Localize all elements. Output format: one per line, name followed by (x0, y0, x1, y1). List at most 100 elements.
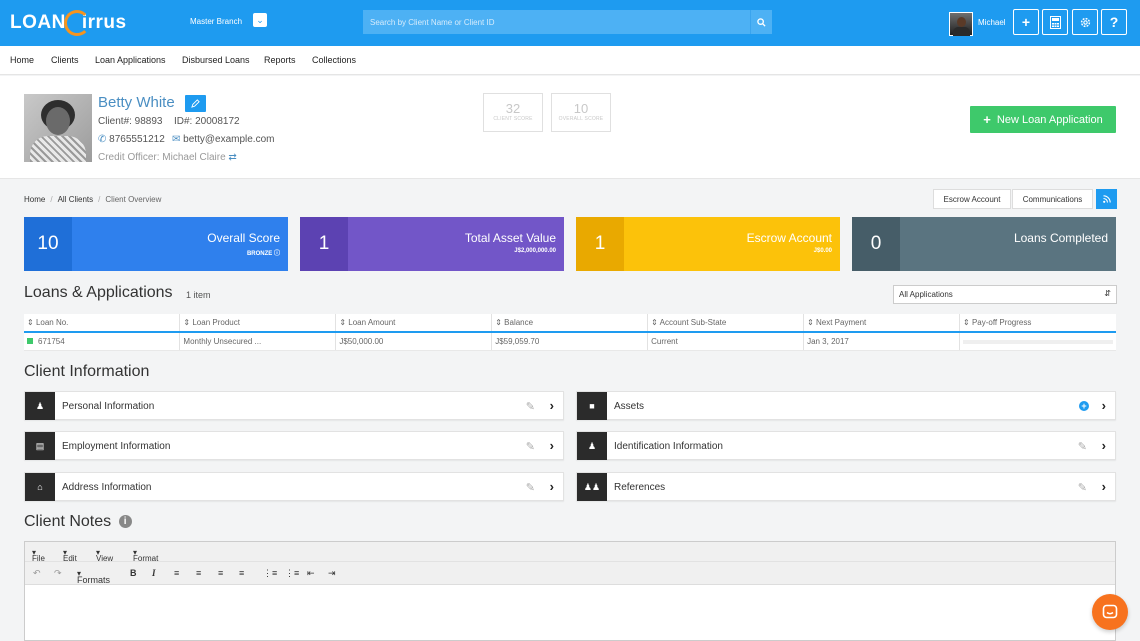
numbered-list-icon[interactable]: ⋮≡ (285, 568, 299, 579)
nav-home[interactable]: Home (10, 55, 34, 65)
total-asset-sub: J$2,000,000.00 (514, 248, 556, 254)
search-input[interactable] (363, 10, 750, 34)
nav-clients[interactable]: Clients (51, 55, 79, 65)
bold-icon[interactable]: B (130, 568, 137, 578)
nav-loan-applications[interactable]: Loan Applications (95, 55, 166, 65)
menu-edit[interactable]: Edit ▾ (63, 548, 77, 563)
assets-row[interactable]: ■ Assets + › (576, 391, 1116, 420)
align-center-icon[interactable]: ≡ (196, 568, 201, 578)
escrow-account-card[interactable]: 1 Escrow Account J$0.00 (576, 217, 840, 271)
column-header[interactable]: ⇕ Loan Amount (335, 314, 493, 333)
chevron-right-icon[interactable]: › (1102, 479, 1106, 494)
chevron-right-icon[interactable]: › (1102, 438, 1106, 453)
user-avatar[interactable] (949, 12, 973, 36)
personal-information-row[interactable]: ♟ Personal Information ✎ › (24, 391, 564, 420)
breadcrumb-home[interactable]: Home (24, 195, 45, 204)
info-circle-icon[interactable]: i (118, 515, 132, 528)
home-icon: ⌂ (25, 473, 55, 501)
id-person-icon: ♟ (577, 432, 607, 460)
align-right-icon[interactable]: ≡ (218, 568, 223, 578)
nav-collections[interactable]: Collections (312, 55, 356, 65)
align-justify-icon[interactable]: ≡ (239, 568, 244, 578)
client-notes-title: Client Notes i (24, 513, 132, 531)
loans-completed-card[interactable]: 0 Loans Completed (852, 217, 1116, 271)
column-header[interactable]: ⇕ Account Sub-State (647, 314, 805, 333)
overall-score-card[interactable]: 10 Overall Score BRONZE ⓘ (24, 217, 288, 271)
pencil-icon[interactable]: ✎ (1078, 440, 1087, 453)
chevron-right-icon[interactable]: › (1102, 398, 1106, 413)
loan-product-cell: Monthly Unsecured ... (179, 332, 337, 351)
outdent-icon[interactable]: ⇤ (307, 568, 315, 579)
editor-menubar: File ▾ Edit ▾ View ▾ Format ▾ (25, 542, 1115, 563)
redo-icon[interactable]: ↷ (54, 568, 62, 579)
client-email[interactable]: ✉ betty@example.com (172, 134, 274, 145)
logo-ring-icon (63, 10, 90, 36)
add-button[interactable]: + (1013, 9, 1039, 35)
rss-button[interactable] (1096, 189, 1117, 209)
employment-information-row[interactable]: ▤ Employment Information ✎ › (24, 431, 564, 460)
calculator-button[interactable] (1042, 9, 1068, 35)
chevron-right-icon[interactable]: › (550, 479, 554, 494)
menu-view[interactable]: View ▾ (96, 548, 113, 563)
help-button[interactable]: ? (1101, 9, 1127, 35)
logo[interactable]: LOAN irrus (10, 8, 127, 38)
settings-button[interactable] (1072, 9, 1098, 35)
pencil-icon[interactable]: ✎ (526, 481, 535, 494)
transfer-icon[interactable]: ⇄ (228, 152, 236, 163)
nav-reports[interactable]: Reports (264, 55, 296, 65)
pencil-icon[interactable]: ✎ (1078, 481, 1087, 494)
plus-icon: + (983, 112, 991, 127)
overall-score-sub: BRONZE ⓘ (247, 248, 280, 257)
menu-format[interactable]: Format ▾ (133, 548, 158, 563)
column-header[interactable]: ⇕ Balance (491, 314, 649, 333)
breadcrumb-all-clients[interactable]: All Clients (58, 195, 94, 204)
identification-information-row[interactable]: ♟ Identification Information ✎ › (576, 431, 1116, 460)
new-loan-application-button[interactable]: + New Loan Application (970, 106, 1116, 133)
loans-completed-title: Loans Completed (1013, 231, 1108, 245)
formats-dropdown[interactable]: Formats ▾ (77, 569, 110, 585)
payoff-progress-bar (963, 339, 1113, 344)
escrow-sub: J$0.00 (813, 248, 832, 254)
briefcase-icon: ▤ (25, 432, 55, 460)
column-header[interactable]: ⇕ Loan No. (24, 314, 181, 333)
breadcrumb: Home / All Clients / Client Overview (24, 195, 162, 204)
chevron-right-icon[interactable]: › (550, 398, 554, 413)
col-next-payment: Next Payment (816, 318, 867, 327)
col-loan-product: Loan Product (192, 318, 240, 327)
pencil-icon[interactable]: ✎ (526, 400, 535, 413)
search-button[interactable] (750, 10, 772, 34)
column-header[interactable]: ⇕ Next Payment (803, 314, 960, 333)
col-loan-no: Loan No. (35, 318, 69, 327)
align-left-icon[interactable]: ≡ (174, 568, 179, 578)
applications-filter-select[interactable]: All Applications ⇵ (893, 285, 1117, 304)
references-row[interactable]: ♟♟ References ✎ › (576, 472, 1116, 501)
pencil-icon (191, 99, 200, 108)
total-asset-value-card[interactable]: 1 Total Asset Value J$2,000,000.00 (300, 217, 564, 271)
user-name[interactable]: Michael (978, 18, 1006, 27)
users-icon: ♟♟ (577, 473, 607, 501)
branch-dropdown-icon[interactable]: ⌄ (253, 13, 267, 27)
italic-icon[interactable]: I (152, 568, 156, 578)
indent-icon[interactable]: ⇥ (328, 568, 336, 579)
undo-icon[interactable]: ↶ (33, 568, 41, 579)
bullet-list-icon[interactable]: ⋮≡ (263, 568, 277, 579)
menu-file[interactable]: File ▾ (32, 548, 45, 563)
pencil-icon[interactable]: ✎ (526, 440, 535, 453)
address-information-row[interactable]: ⌂ Address Information ✎ › (24, 472, 564, 501)
table-row[interactable]: 671754 Monthly Unsecured ... J$50,000.00… (24, 332, 1116, 351)
add-circle-icon[interactable]: + (1079, 401, 1089, 411)
notes-editor: File ▾ Edit ▾ View ▾ Format ▾ ↶ ↷ Format… (24, 541, 1116, 641)
loan-no-cell[interactable]: 671754 (38, 337, 65, 346)
column-header[interactable]: ⇕ Pay-off Progress (959, 314, 1116, 333)
chevron-right-icon[interactable]: › (550, 438, 554, 453)
employment-information-label: Employment Information (62, 441, 171, 452)
edit-client-button[interactable] (185, 95, 206, 112)
communications-button[interactable]: Communications (1012, 189, 1093, 209)
cube-icon: ■ (577, 392, 607, 420)
column-header[interactable]: ⇕ Loan Product (179, 314, 337, 333)
escrow-account-button[interactable]: Escrow Account (933, 189, 1011, 209)
chat-launcher-button[interactable] (1092, 594, 1128, 630)
client-info-title: Client Information (24, 363, 150, 380)
nav-disbursed-loans[interactable]: Disbursed Loans (182, 55, 250, 65)
overall-score-number: 10 (24, 217, 72, 271)
